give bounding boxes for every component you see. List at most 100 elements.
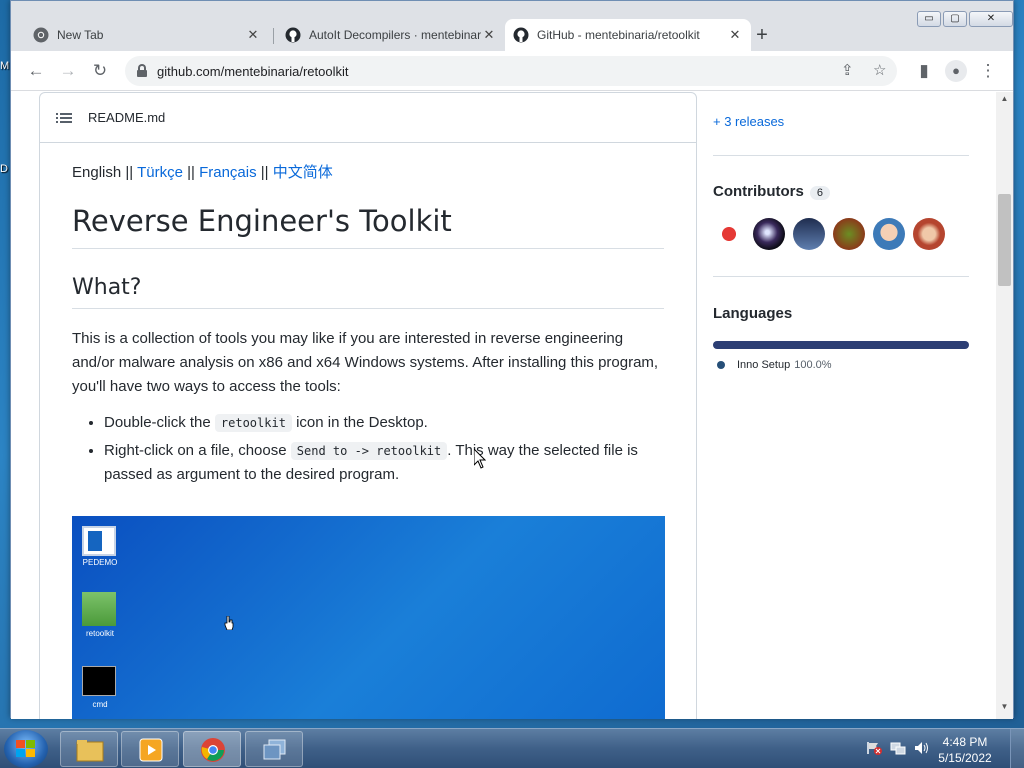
screenshot-icon-label: PEDEMO xyxy=(82,558,118,567)
screenshot-icon-label: retoolkit xyxy=(85,629,114,638)
bullet-text: icon in the Desktop. xyxy=(291,414,428,431)
windows-logo-icon xyxy=(16,740,35,757)
contributors-heading[interactable]: Contributors 6 xyxy=(713,183,830,200)
taskbar-chrome[interactable] xyxy=(183,731,241,767)
side-panel-icon[interactable]: ▮ xyxy=(913,60,935,82)
readme-filename: README.md xyxy=(88,110,166,125)
readme-panel: README.md English || Türkçe || Français … xyxy=(39,92,697,719)
forward-icon[interactable]: → xyxy=(57,60,79,82)
close-tab-icon[interactable]: ✕ xyxy=(245,27,261,43)
tab-title: GitHub - mentebinaria/retoolkit xyxy=(537,28,700,42)
media-player-icon xyxy=(139,738,163,762)
code-inline: Send to -> retoolkit xyxy=(290,442,448,460)
address-bar[interactable]: github.com/mentebinaria/retoolkit ⇪ ☆ xyxy=(125,56,897,86)
readme-header: README.md xyxy=(40,93,696,143)
bullet-text: Double-click the xyxy=(104,414,215,431)
close-window-button[interactable]: ✕ xyxy=(969,11,1013,27)
languages-heading: Languages xyxy=(713,305,793,322)
tab-autoit-decompilers[interactable]: AutoIt Decompilers · mentebinaria ✕ xyxy=(277,19,505,51)
url-text: github.com/mentebinaria/retoolkit xyxy=(157,64,349,79)
minimize-button[interactable]: ▭ xyxy=(917,11,941,27)
volume-icon[interactable] xyxy=(914,741,930,755)
lang-separator: || xyxy=(187,164,195,181)
taskbar-explorer[interactable] xyxy=(60,731,118,767)
language-item[interactable]: Inno Setup 100.0% xyxy=(717,359,832,371)
browser-toolbar: ← → ↻ github.com/mentebinaria/retoolkit … xyxy=(11,51,1013,91)
new-tab-button[interactable]: + xyxy=(751,25,773,45)
avatar[interactable] xyxy=(753,218,785,250)
language-percent: 100.0% xyxy=(794,359,832,371)
language-links: English || Türkçe || Français || 中文简体 xyxy=(72,161,664,182)
chrome-icon xyxy=(33,27,49,43)
desktop-icon-label: M xyxy=(0,60,10,72)
code-inline: retoolkit xyxy=(214,414,292,432)
access-methods-list: Double-click the retoolkit icon in the D… xyxy=(72,411,664,487)
lang-link-chinese[interactable]: 中文简体 xyxy=(273,164,333,181)
github-icon xyxy=(285,27,301,43)
contributors-count: 6 xyxy=(809,186,830,200)
profile-icon[interactable]: ● xyxy=(945,60,967,82)
window-controls: ▭ ▢ ✕ xyxy=(917,11,1013,27)
sidebar-divider xyxy=(713,155,969,156)
action-center-flag-icon[interactable] xyxy=(866,741,882,755)
menu-icon[interactable]: ⋮ xyxy=(977,60,999,82)
taskbar-switch-windows[interactable] xyxy=(245,731,303,767)
tab-title: New Tab xyxy=(57,28,104,42)
language-color-dot xyxy=(717,361,725,369)
clock-time: 4:48 PM xyxy=(942,735,988,749)
tab-strip: New Tab ✕ AutoIt Decompilers · mentebina… xyxy=(11,1,1013,51)
sidebar-divider xyxy=(713,276,969,277)
hand-cursor-icon xyxy=(224,616,234,630)
avatar[interactable] xyxy=(793,218,825,250)
outline-list-icon[interactable] xyxy=(56,112,72,124)
switch-windows-icon xyxy=(263,739,286,760)
lang-separator: || xyxy=(260,164,269,181)
bookmark-star-icon[interactable]: ☆ xyxy=(873,61,886,79)
folder-icon xyxy=(76,740,104,762)
chrome-icon xyxy=(201,738,225,762)
github-icon xyxy=(513,27,529,43)
back-icon[interactable]: ← xyxy=(25,60,47,82)
pedemo-icon xyxy=(82,526,116,556)
tab-new-tab[interactable]: New Tab ✕ xyxy=(25,19,269,51)
page-scrollbar[interactable]: ▲ ▼ xyxy=(996,92,1013,719)
avatar[interactable] xyxy=(713,218,745,250)
taskbar-media-player[interactable] xyxy=(121,731,179,767)
tab-retoolkit[interactable]: GitHub - mentebinaria/retoolkit ✕ xyxy=(505,19,751,51)
language-name: Inno Setup xyxy=(737,359,791,371)
show-desktop-button[interactable] xyxy=(1010,729,1024,768)
lang-english: English xyxy=(72,164,122,181)
reload-icon[interactable]: ↻ xyxy=(89,60,111,82)
desktop-icon-label: D xyxy=(0,163,8,175)
lock-icon xyxy=(137,64,147,78)
avatar[interactable] xyxy=(873,218,905,250)
scroll-down-icon[interactable]: ▼ xyxy=(996,702,1013,711)
close-tab-icon[interactable]: ✕ xyxy=(727,27,743,43)
network-icon[interactable] xyxy=(890,741,906,755)
retoolkit-icon xyxy=(82,592,116,626)
language-bar xyxy=(713,341,969,349)
system-clock[interactable]: 4:48 PM 5/15/2022 xyxy=(930,734,1000,766)
scroll-up-icon[interactable]: ▲ xyxy=(996,94,1013,103)
start-button[interactable] xyxy=(4,730,48,768)
page-content: README.md English || Türkçe || Français … xyxy=(11,92,1013,719)
clock-date: 5/15/2022 xyxy=(938,751,992,765)
close-tab-icon[interactable]: ✕ xyxy=(481,27,497,43)
windows-taskbar: 4:48 PM 5/15/2022 xyxy=(0,728,1024,768)
screenshot-icon-label: cmd xyxy=(92,700,108,709)
avatar[interactable] xyxy=(833,218,865,250)
avatar[interactable] xyxy=(913,218,945,250)
desktop-screenshot-image: PEDEMO retoolkit cmd xyxy=(72,516,665,719)
lang-link-french[interactable]: Français xyxy=(199,164,257,181)
readme-title: Reverse Engineer's Toolkit xyxy=(72,204,664,249)
maximize-button[interactable]: ▢ xyxy=(943,11,967,27)
tab-title: AutoIt Decompilers · mentebinaria xyxy=(309,28,481,42)
lang-link-turkish[interactable]: Türkçe xyxy=(137,164,183,181)
intro-paragraph: This is a collection of tools you may li… xyxy=(72,330,659,395)
list-item: Right-click on a file, choose Send to ->… xyxy=(104,439,664,487)
lang-separator: || xyxy=(125,164,134,181)
scrollbar-thumb[interactable] xyxy=(998,194,1011,286)
mouse-pointer-icon xyxy=(474,449,486,469)
releases-link[interactable]: + 3 releases xyxy=(713,114,784,129)
share-icon[interactable]: ⇪ xyxy=(841,61,854,79)
